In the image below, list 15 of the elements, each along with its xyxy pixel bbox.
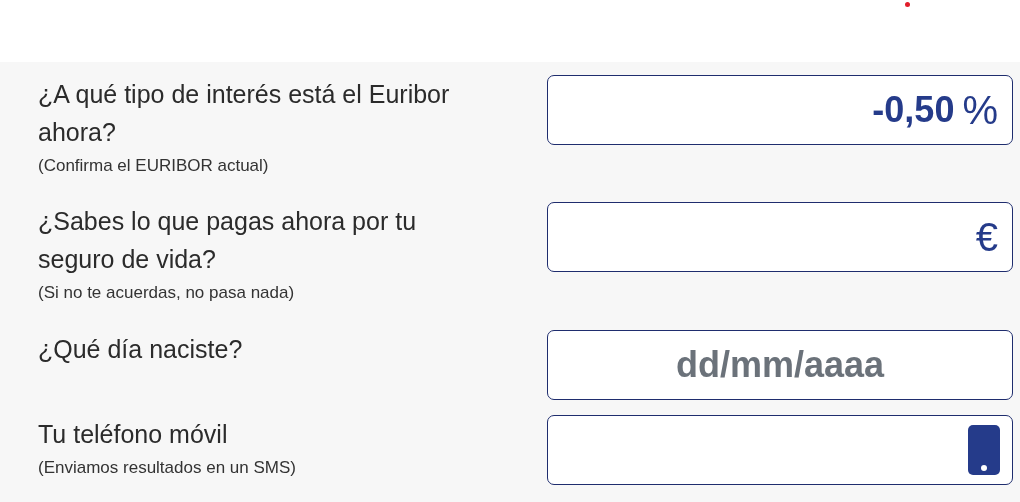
phone-field[interactable] bbox=[547, 415, 1013, 485]
unit-label: € bbox=[975, 214, 998, 261]
question-label: ¿Qué día naciste? bbox=[38, 334, 244, 365]
hint-text: (Si no te acuerdas, no pasa nada) bbox=[38, 282, 296, 304]
phone-icon bbox=[968, 425, 1000, 475]
unit-label: % bbox=[962, 87, 998, 134]
field-value: -0,50 bbox=[872, 88, 955, 132]
hint-text: (Confirma el EURIBOR actual) bbox=[38, 155, 270, 177]
input-field[interactable]: € bbox=[547, 202, 1013, 272]
date-field[interactable]: dd/mm/aaaa bbox=[547, 330, 1013, 400]
question-label: ¿A qué tipo de interés está el Euribor ahora? bbox=[38, 79, 451, 148]
input-field[interactable]: -0,50 % bbox=[547, 75, 1013, 145]
hint-text: (Enviamos resultados en un SMS) bbox=[38, 457, 297, 479]
question-label: Tu teléfono móvil bbox=[38, 419, 229, 450]
question-label: ¿Sabes lo que pagas ahora por tu seguro de vida? bbox=[38, 206, 418, 275]
